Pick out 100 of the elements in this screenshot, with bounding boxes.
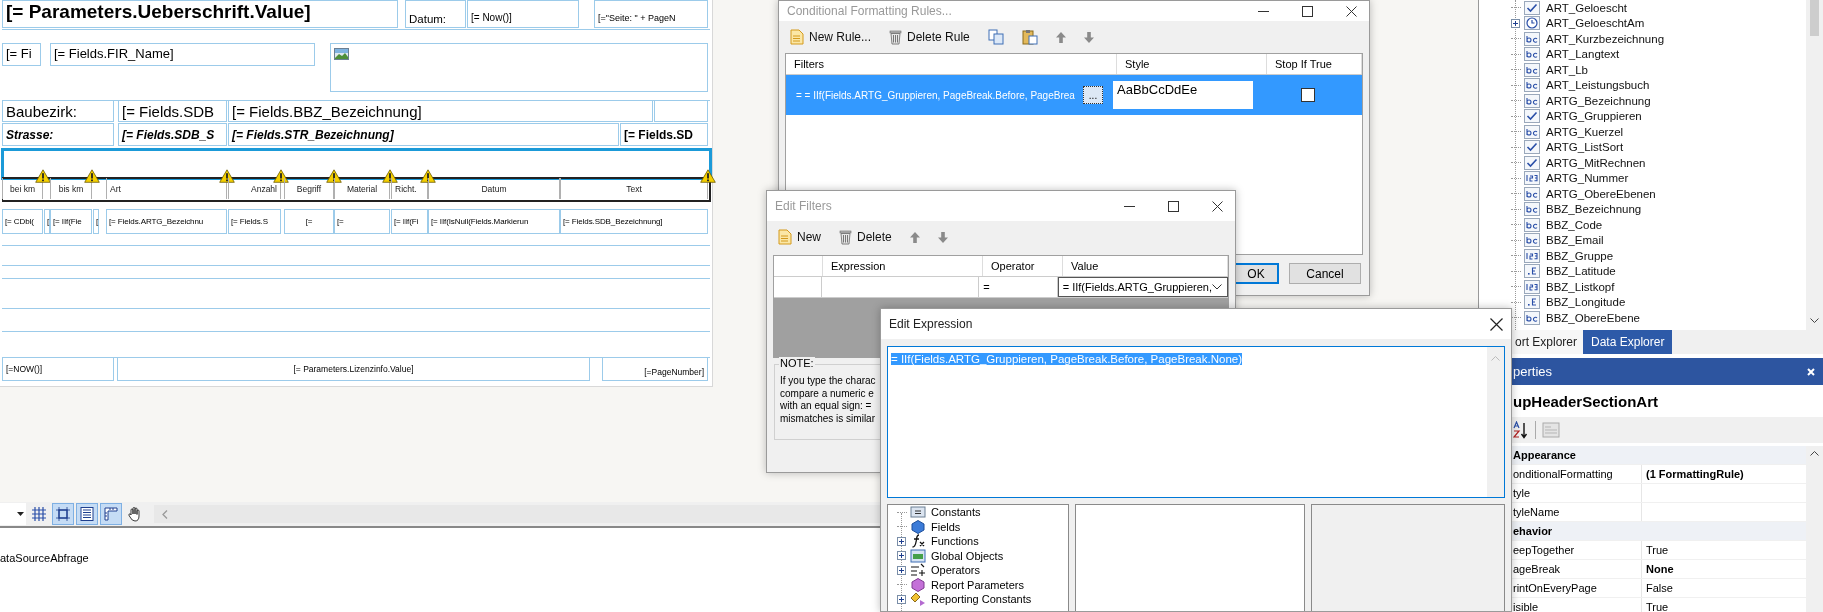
expand-icon[interactable]: [897, 551, 906, 561]
vertical-scrollbar[interactable]: [1806, 446, 1823, 612]
column-header[interactable]: Stop If True: [1267, 54, 1362, 74]
ellipsis-button[interactable]: ...: [1083, 86, 1103, 104]
data-field[interactable]: ARTG_Nummer: [1546, 172, 1629, 185]
report-field[interactable]: [= IIf(IsNull(Fields.Markierun: [428, 209, 560, 234]
report-field[interactable]: Datum:: [405, 0, 466, 28]
tree-item[interactable]: Operators: [931, 564, 980, 577]
report-field[interactable]: [= Fields.ARTG_Bezeichnu: [106, 209, 227, 234]
zoom-dropdown[interactable]: [0, 503, 26, 525]
report-field[interactable]: [= IIf(Fie: [50, 209, 92, 234]
data-field[interactable]: BBZ_Email: [1546, 234, 1604, 247]
horizontal-scrollbar[interactable]: [154, 505, 880, 523]
caret-icon[interactable]: [17, 512, 24, 516]
vertical-scrollbar[interactable]: [1487, 347, 1504, 497]
report-field[interactable]: [= Fields.SDB: [118, 100, 227, 122]
expand-icon[interactable]: [897, 565, 906, 575]
column-header[interactable]: Style: [1117, 54, 1267, 74]
table-cell[interactable]: =: [979, 277, 1058, 297]
data-field[interactable]: ART_Kurzbezeichnung: [1546, 32, 1665, 45]
close-icon[interactable]: [1212, 200, 1223, 212]
data-field[interactable]: BBZ_Longitude: [1546, 296, 1626, 309]
bands-toggle[interactable]: [76, 503, 98, 525]
report-field[interactable]: [= Fields.SD: [620, 123, 708, 146]
new-button[interactable]: New: [773, 227, 826, 247]
tree-item[interactable]: Functions: [931, 535, 979, 548]
data-field[interactable]: BBZ_ObereEbene: [1546, 311, 1640, 324]
expand-icon[interactable]: [1511, 18, 1520, 28]
data-field[interactable]: BBZ_Listkopf: [1546, 280, 1615, 293]
report-field[interactable]: [: [93, 209, 99, 234]
expand-icon[interactable]: [897, 536, 906, 546]
data-field[interactable]: ARTG_ListSort: [1546, 141, 1624, 154]
data-field[interactable]: ART_GeloeschtAm: [1546, 17, 1645, 30]
data-field[interactable]: ARTG_ObereEbenen: [1546, 187, 1656, 200]
style-preview[interactable]: AaBbCcDdEe: [1113, 81, 1253, 109]
scroll-down-icon[interactable]: [1810, 318, 1819, 324]
close-icon[interactable]: [1490, 317, 1503, 331]
report-field[interactable]: [=PageNumber]: [602, 357, 708, 381]
data-field[interactable]: BBZ_Bezeichnung: [1546, 203, 1642, 216]
empty-field[interactable]: [654, 100, 708, 122]
column-header[interactable]: Filters: [786, 54, 1117, 74]
sort-icon[interactable]: [1513, 421, 1529, 439]
data-field[interactable]: ART_Lb: [1546, 63, 1588, 76]
dialog-button[interactable]: OK: [1233, 263, 1279, 284]
panel-tab[interactable]: ort Explorer: [1509, 330, 1584, 354]
datasource-label[interactable]: ataSourceAbfrage: [0, 552, 89, 564]
expand-icon[interactable]: [897, 594, 906, 604]
delete-button[interactable]: Delete: [834, 227, 897, 247]
report-field[interactable]: [= Fields.FIR_Name]: [50, 43, 315, 66]
maximize-icon[interactable]: [1302, 5, 1313, 17]
data-field[interactable]: ARTG_MitRechnen: [1546, 156, 1646, 169]
report-field[interactable]: [= Fields.STR_Bezeichnung]: [228, 123, 619, 146]
close-icon[interactable]: [1346, 5, 1357, 17]
report-field[interactable]: [= Parameters.Lizenzinfo.Value]: [117, 357, 590, 381]
checkbox[interactable]: [1300, 88, 1315, 102]
column-header[interactable]: Value: [1063, 256, 1228, 276]
snap-toggle[interactable]: [52, 503, 74, 525]
value-dropdown[interactable]: = IIf(Fields.ARTG_Gruppieren,: [1057, 277, 1228, 297]
scrollbar-thumb[interactable]: [1810, 0, 1819, 36]
vertical-scrollbar[interactable]: [1806, 0, 1823, 330]
report-field[interactable]: [= Fi: [2, 43, 41, 66]
report-field[interactable]: [=: [334, 209, 390, 234]
report-field[interactable]: [= Fields.S: [228, 209, 281, 234]
rule-row[interactable]: = = IIf(Fields.ARTG_Gruppieren, PageBreak.Before, PageBrea ... AaBbCcDdEe: [786, 75, 1362, 115]
tree-item[interactable]: Constants: [931, 506, 981, 519]
new-button[interactable]: New Rule...: [785, 27, 877, 47]
data-field[interactable]: ART_Geloescht: [1546, 1, 1627, 14]
report-field[interactable]: [= Fields.BBZ_Bezeichnung]: [228, 100, 653, 122]
report-field[interactable]: [= Fields.SDB_Bezeichnung]: [560, 209, 708, 234]
data-field[interactable]: ARTG_Kuerzel: [1546, 125, 1624, 138]
report-field[interactable]: Strasse:: [2, 123, 114, 146]
column-header[interactable]: Operator: [983, 256, 1063, 276]
tree-item[interactable]: Report Parameters: [931, 578, 1024, 591]
report-field[interactable]: [= Parameters.Ueberschrift.Value]: [2, 0, 398, 28]
report-field[interactable]: [= CDbl(: [2, 209, 43, 234]
delete-button[interactable]: Delete Rule: [884, 27, 975, 47]
report-field[interactable]: [=: [284, 209, 334, 234]
data-field[interactable]: BBZ_Code: [1546, 218, 1603, 231]
dialog-button[interactable]: Cancel: [1289, 263, 1361, 284]
data-field[interactable]: BBZ_Gruppe: [1546, 249, 1614, 262]
data-field[interactable]: ARTG_Gruppieren: [1546, 110, 1642, 123]
scroll-up-icon[interactable]: [1810, 450, 1819, 456]
report-field[interactable]: [= Now()]: [467, 0, 579, 28]
maximize-icon[interactable]: [1168, 200, 1179, 212]
data-field[interactable]: ART_Leistungsbuch: [1546, 79, 1650, 92]
report-field[interactable]: [=NOW()]: [2, 357, 114, 381]
data-field[interactable]: ARTG_Bezeichnung: [1546, 94, 1651, 107]
tree-item[interactable]: Reporting Constants: [931, 593, 1032, 606]
tree-item[interactable]: Global Objects: [931, 549, 1004, 562]
panel-tab[interactable]: Data Explorer: [1583, 330, 1673, 354]
tree-item[interactable]: Fields: [931, 520, 961, 533]
report-field[interactable]: [: [44, 209, 50, 234]
report-field[interactable]: [="Seite: " + PageN: [594, 0, 708, 28]
report-field[interactable]: [= IIf(Fi: [391, 209, 428, 234]
column-header[interactable]: Expression: [823, 256, 983, 276]
data-field[interactable]: BBZ_Latitude: [1546, 265, 1616, 278]
report-field[interactable]: Baubezirk:: [2, 100, 114, 122]
column-header[interactable]: Datum: [428, 178, 560, 199]
report-field[interactable]: [= Fields.SDB_S: [118, 123, 227, 146]
ruler-toggle[interactable]: [100, 503, 122, 525]
